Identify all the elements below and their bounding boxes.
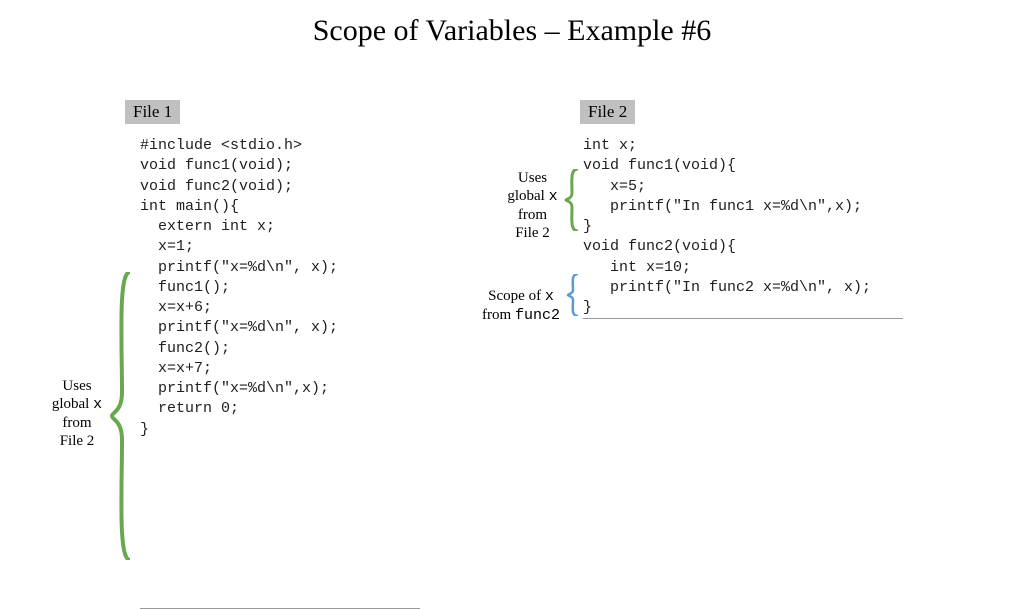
file1-code: #include <stdio.h> void func1(void); voi…	[140, 132, 420, 609]
curly-brace-icon	[110, 272, 134, 560]
annotation-scope-func2: Scope of x from func2	[475, 287, 567, 325]
file2-label: File 2	[580, 100, 635, 124]
annotation-uses-global-left: Uses global x from File 2	[47, 377, 107, 450]
file2-code: int x; void func1(void){ x=5; printf("In…	[583, 132, 903, 319]
curly-brace-icon	[566, 274, 580, 316]
curly-brace-icon	[564, 169, 580, 231]
file1-label: File 1	[125, 100, 180, 124]
annotation-uses-global-right: Uses global x from File 2	[500, 169, 565, 242]
slide-title: Scope of Variables – Example #6	[0, 14, 1024, 48]
